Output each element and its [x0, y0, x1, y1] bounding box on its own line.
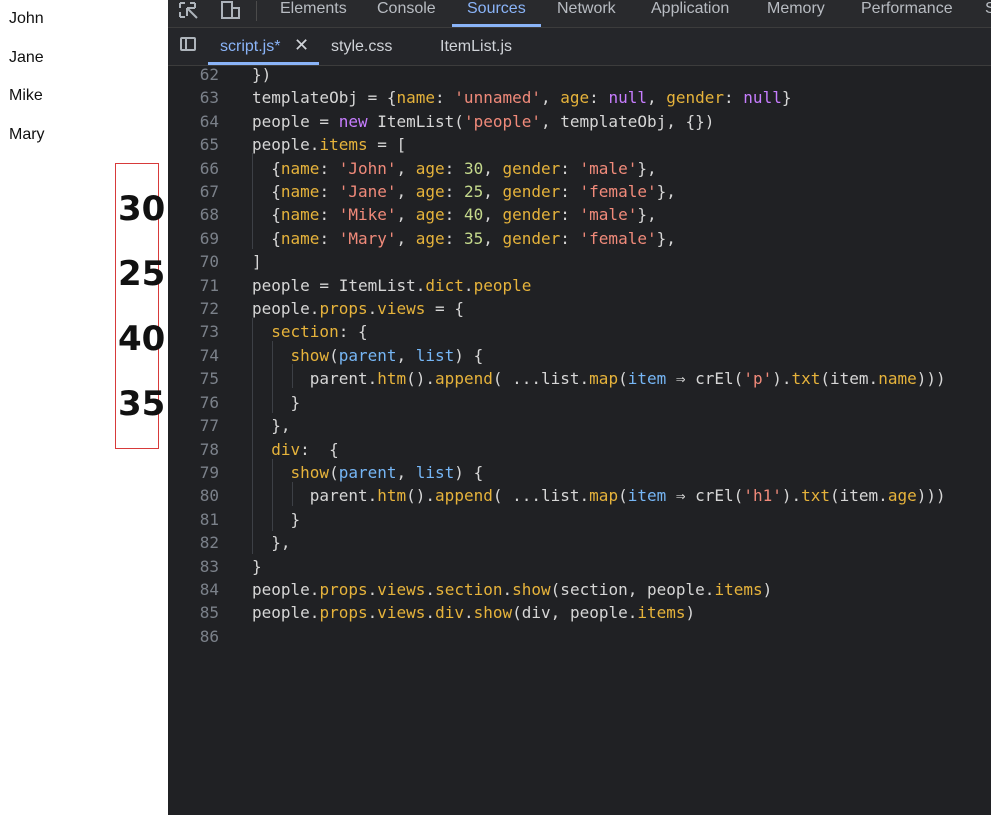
code-line: 74 show(parent, list) { — [199, 346, 484, 365]
devtools-tabbar: Elements Console Sources Network Applica… — [168, 0, 991, 28]
file-tab-style[interactable]: style.css — [331, 38, 392, 56]
code-line: 66 {name: 'John', age: 30, gender: 'male… — [199, 159, 657, 178]
tab-application[interactable]: Application — [651, 0, 729, 18]
name-item: Mike — [9, 87, 43, 104]
code-line: 68 {name: 'Mike', age: 40, gender: 'male… — [199, 205, 657, 224]
code-line: 65 people.items = [ — [199, 135, 407, 154]
age-item: 35 — [118, 384, 166, 424]
file-tab-script[interactable]: script.js* — [220, 38, 280, 56]
code-line: 79 show(parent, list) { — [199, 463, 484, 482]
age-item: 30 — [118, 189, 166, 229]
code-line: 78 div: { — [199, 440, 339, 459]
code-line: 75 parent.htm().append( ...list.map(item… — [199, 369, 946, 388]
code-line: 71 people = ItemList.dict.people — [199, 276, 532, 295]
tab-overflow[interactable]: S — [985, 0, 991, 18]
code-line: 84 people.props.views.section.show(sectio… — [199, 580, 773, 599]
toolbar-divider — [256, 1, 257, 21]
code-line: 67 {name: 'Jane', age: 25, gender: 'fema… — [199, 182, 676, 201]
code-editor[interactable]: 62}) 63 templateObj = {name: 'unnamed', a… — [168, 65, 991, 815]
code-line: 80 parent.htm().append( ...list.map(item… — [199, 486, 946, 505]
code-line: 63 templateObj = {name: 'unnamed', age: n… — [199, 88, 792, 107]
code-line: 81 } — [199, 510, 301, 529]
file-tab-itemlist[interactable]: ItemList.js — [440, 38, 512, 56]
tab-performance[interactable]: Performance — [861, 0, 953, 18]
code-line: 69 {name: 'Mary', age: 35, gender: 'fema… — [199, 229, 676, 248]
age-item: 40 — [118, 319, 166, 359]
tab-network[interactable]: Network — [557, 0, 616, 18]
tab-elements[interactable]: Elements — [280, 0, 347, 18]
toggle-navigator-icon[interactable] — [180, 37, 196, 51]
name-item: Jane — [9, 49, 44, 66]
code-line: 62}) — [199, 65, 272, 84]
code-line: 77 }, — [199, 416, 291, 435]
code-line: 86 — [199, 627, 219, 646]
inspect-element-icon[interactable] — [178, 0, 204, 22]
name-item: Mary — [9, 126, 45, 143]
page-preview: John Jane Mike Mary 30 25 40 35 — [0, 0, 168, 815]
code-line: 76 } — [199, 393, 301, 412]
devtools-panel: Elements Console Sources Network Applica… — [168, 0, 991, 815]
code-line: 73 section: { — [199, 322, 368, 341]
close-icon[interactable]: ✕ — [294, 35, 309, 56]
code-line: 85 people.props.views.div.show(div, peopl… — [199, 603, 696, 622]
device-toolbar-icon[interactable] — [218, 0, 244, 22]
tab-console[interactable]: Console — [377, 0, 436, 18]
code-line: 64 people = new ItemList('people', templa… — [199, 112, 715, 131]
code-line: 72 people.props.views = { — [199, 299, 464, 318]
file-tabs-bar: script.js* ✕ style.css ItemList.js — [168, 28, 991, 66]
active-tab-indicator — [452, 24, 541, 27]
tab-sources[interactable]: Sources — [467, 0, 526, 18]
code-line: 83} — [199, 557, 262, 576]
name-item: John — [9, 10, 44, 27]
age-item: 25 — [118, 254, 166, 294]
code-line: 82 }, — [199, 533, 291, 552]
code-line: 70] — [199, 252, 262, 271]
tab-memory[interactable]: Memory — [767, 0, 825, 18]
